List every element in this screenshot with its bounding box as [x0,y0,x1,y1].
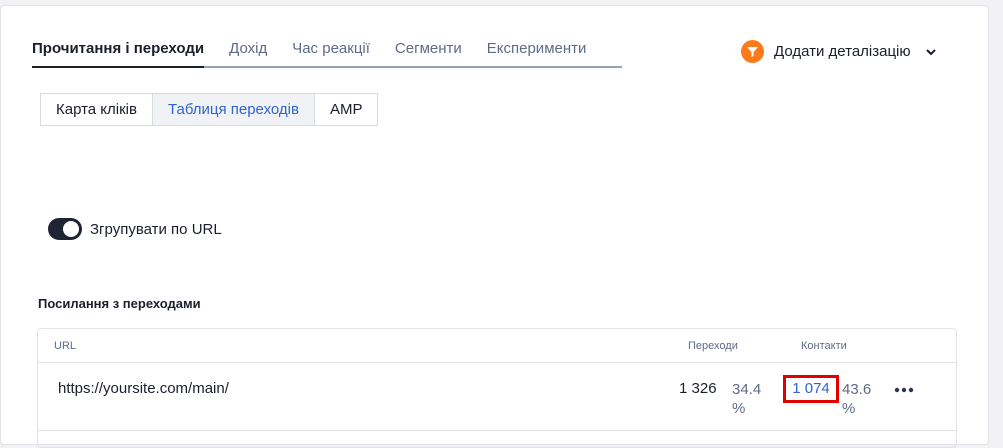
tab-reaction-time[interactable]: Час реакції [292,40,370,66]
view-click-map[interactable]: Карта кліків [41,94,153,125]
group-by-url-label: Згрупувати по URL [90,220,222,238]
tab-reads-transitions[interactable]: Прочитання і переходи [32,40,205,68]
section-title: Посилання з переходами [38,296,201,311]
row-url[interactable]: https://yoursite.com/main/ [58,380,229,397]
toggle-knob [63,221,79,237]
tab-experiments[interactable]: Експерименти [487,40,587,66]
report-card: Прочитання і переходи Дохід Час реакції … [0,5,989,448]
table-row: https://yoursite.com/main/ 1 326 34.4 % … [38,363,956,431]
add-detail-label: Додати деталізацію [774,43,911,60]
funnel-icon [741,40,764,63]
group-by-url-row: Згрупувати по URL [48,218,222,240]
add-detail-button[interactable]: Додати деталізацію [741,40,937,63]
more-options-icon[interactable] [894,387,914,393]
row-transitions-percent: 34.4 % [732,381,762,417]
view-amp[interactable]: AMP [315,94,378,125]
column-header-transitions[interactable]: Переходи [688,340,738,352]
tab-revenue[interactable]: Дохід [229,40,267,66]
table-header: URL Переходи Контакти [38,329,956,363]
report-tabs: Прочитання і переходи Дохід Час реакції … [32,40,622,68]
tab-segments[interactable]: Сегменти [395,40,462,66]
view-transitions-table[interactable]: Таблиця переходів [152,94,315,125]
row-transitions: 1 326 [679,380,717,397]
column-header-url[interactable]: URL [54,340,76,352]
chevron-down-icon [925,48,936,55]
group-by-url-toggle[interactable] [48,218,82,240]
links-table: URL Переходи Контакти https://yoursite.c… [37,328,957,448]
row-contacts-link[interactable]: 1 074 [783,375,839,403]
row-contacts-percent: 43.6 % [842,381,872,417]
view-switch: Карта кліків Таблиця переходів AMP [40,93,379,126]
column-header-contacts[interactable]: Контакти [801,340,847,352]
